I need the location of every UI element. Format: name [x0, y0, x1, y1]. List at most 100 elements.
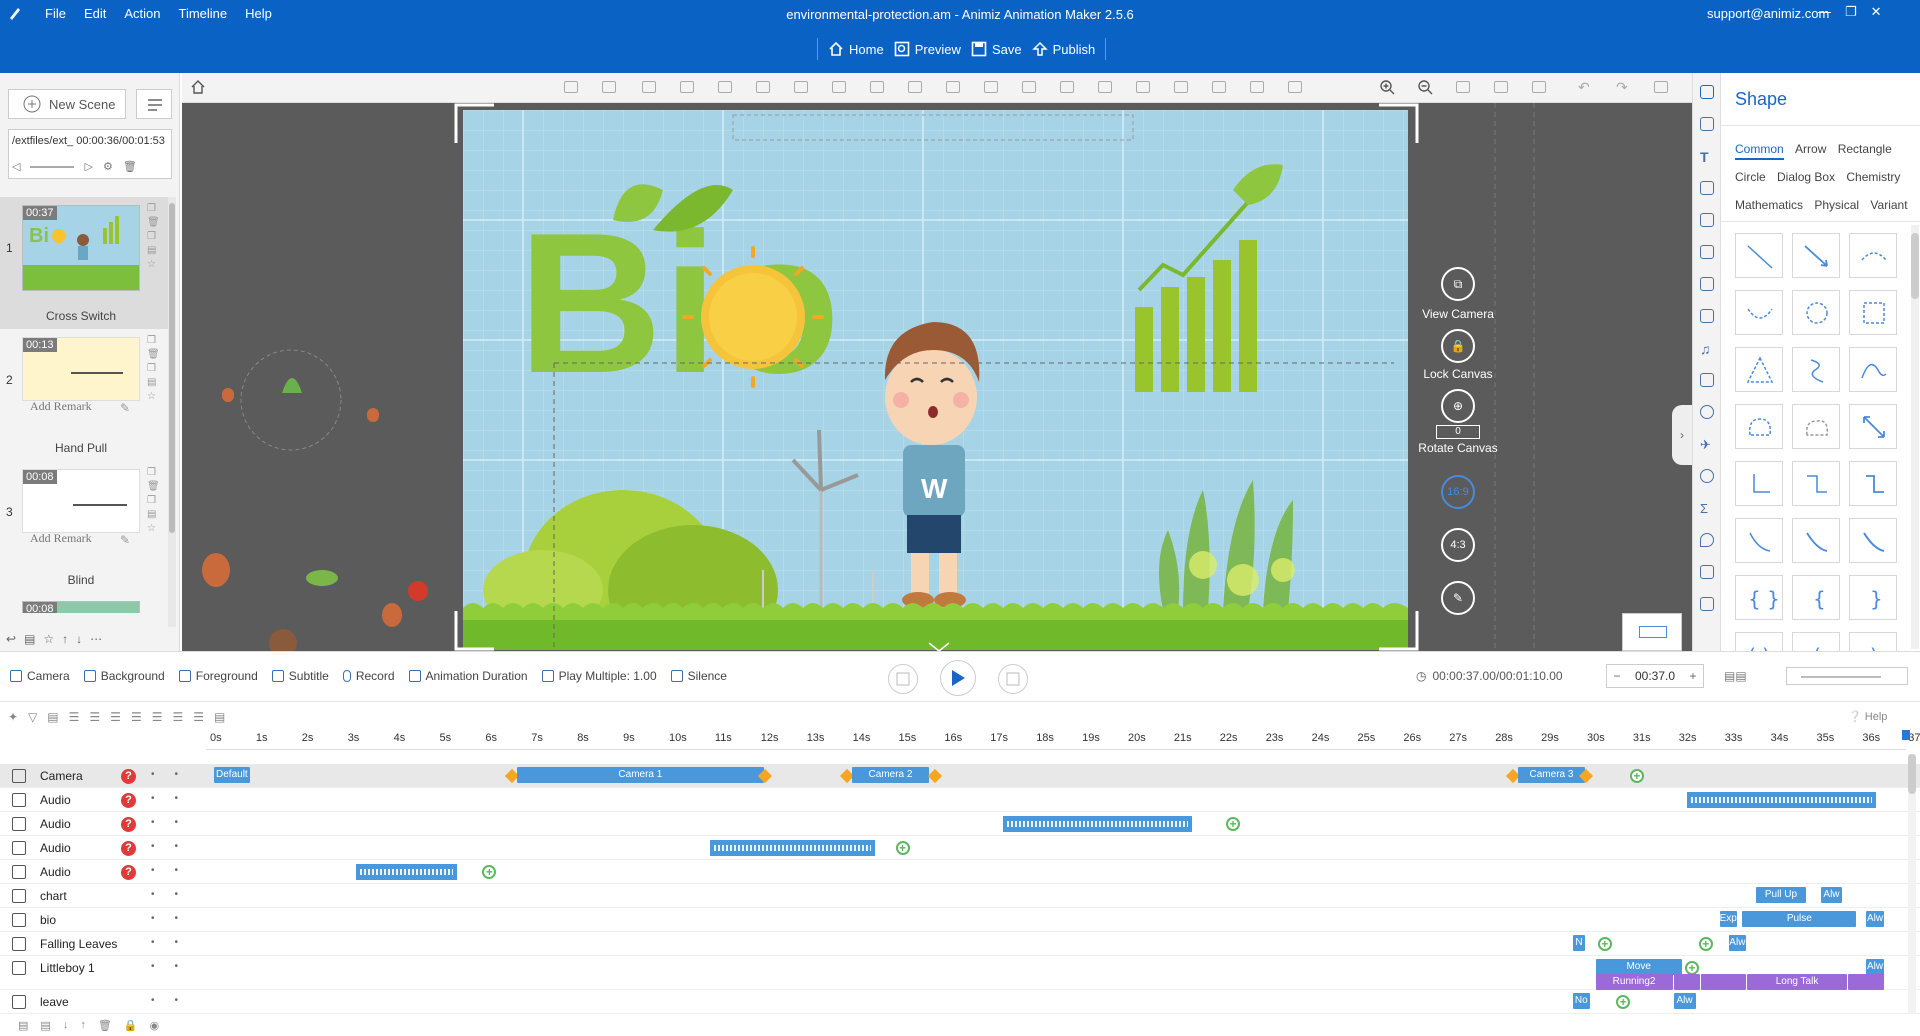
action-clip[interactable]: Pull Up	[1756, 887, 1806, 903]
track-row[interactable]: Camera? •• Default Camera 1 Camera 2 Camera 3…	[0, 764, 1920, 788]
close-button[interactable]: ✕	[1871, 4, 1882, 20]
shape-squiggle[interactable]	[1792, 347, 1840, 392]
lock-icon[interactable]: 🔒	[1441, 329, 1475, 363]
track-name[interactable]: Camera	[40, 769, 83, 783]
shape-curve-connector[interactable]	[1735, 518, 1783, 563]
transition-icon[interactable]: ▤	[147, 377, 160, 388]
rotate-dial-icon[interactable]: ⊕	[1441, 389, 1475, 423]
add-action-icon[interactable]: +	[1616, 995, 1631, 1009]
group-icon[interactable]	[602, 81, 616, 93]
scene-thumbnail[interactable]: 00:08	[22, 601, 140, 613]
support-email[interactable]: support@animiz.com	[1707, 6, 1829, 21]
scene-item-3[interactable]: 3 00:08 Add Remark ✎ Blind ❐ 🗑 ❐ ▤ ☆	[0, 461, 168, 593]
track-name[interactable]: Audio	[40, 817, 71, 831]
add-remark[interactable]: Add Remark	[30, 531, 92, 546]
delete-icon[interactable]: 🗑	[123, 160, 137, 173]
action-clip[interactable]: Pulse	[1742, 911, 1857, 927]
action-clip[interactable]: No	[1572, 993, 1590, 1009]
category-arrow[interactable]: Arrow	[1795, 135, 1826, 163]
add-action-icon[interactable]: +	[895, 841, 910, 855]
audio-clip[interactable]	[356, 864, 458, 880]
volume-slider[interactable]	[30, 165, 75, 168]
visibility-icon[interactable]: ◉	[149, 1019, 159, 1032]
scene-thumbnail[interactable]: 00:08	[22, 469, 140, 533]
action-clip[interactable]	[1848, 974, 1884, 990]
home-icon[interactable]	[191, 80, 205, 94]
scene-list-button[interactable]	[136, 89, 172, 119]
track-row[interactable]: leave •• No + Alw	[0, 990, 1920, 1014]
shape-scrollbar[interactable]	[1911, 225, 1919, 649]
track-name[interactable]: Audio	[40, 865, 71, 879]
shape-curve[interactable]	[1849, 347, 1897, 392]
delete-icon[interactable]: 🗑	[147, 481, 160, 492]
scene-item-1[interactable]: 1 00:37 Bi Cross Switch ❐ 🗑 ❐ ▤ ☆	[0, 197, 168, 329]
transition-icon[interactable]: ▤	[147, 245, 160, 256]
category-chemistry[interactable]: Chemistry	[1846, 163, 1900, 191]
collapse-panel-button[interactable]: ›	[1672, 405, 1692, 465]
action-clip[interactable]: Running2	[1595, 974, 1673, 990]
track-name[interactable]: Audio	[40, 841, 71, 855]
track-row[interactable]: bio •• Exp Pulse Alw	[0, 908, 1920, 932]
shape-braces[interactable]: { }	[1735, 575, 1783, 620]
copy-track-icon[interactable]: ▤	[214, 710, 225, 724]
category-circle[interactable]: Circle	[1735, 163, 1766, 191]
fit-timeline-icon[interactable]: ▤▤	[1724, 669, 1747, 683]
minimap-viewport[interactable]	[1639, 626, 1667, 638]
new-scene-button[interactable]: New Scene	[8, 89, 126, 119]
lock-icon[interactable]	[794, 81, 808, 93]
scene-thumbnail[interactable]: 00:37 Bi	[22, 205, 140, 291]
delete-icon[interactable]: 🗑	[98, 1019, 112, 1032]
track-name[interactable]: Falling Leaves	[40, 937, 117, 951]
layer-icon[interactable]	[680, 81, 694, 93]
select-icon[interactable]: ▤	[47, 710, 58, 724]
folder-icon[interactable]: ▤	[40, 1019, 50, 1032]
bubble-tool-icon[interactable]	[1700, 277, 1714, 291]
playhead[interactable]	[1902, 730, 1910, 740]
track-name[interactable]: chart	[40, 889, 67, 903]
scrollbar-thumb[interactable]	[169, 203, 175, 533]
shape-elbow-double[interactable]	[1849, 461, 1897, 506]
track-help-icon[interactable]: ?	[121, 865, 136, 880]
track-name[interactable]: leave	[40, 995, 69, 1009]
lock-icon[interactable]: 🔒	[124, 1019, 138, 1032]
redo-icon[interactable]: ↷	[1616, 79, 1628, 96]
track-visibility-dots[interactable]: ••	[151, 937, 198, 948]
category-rectangle[interactable]: Rectangle	[1838, 135, 1892, 163]
action-clip[interactable]: Camera 2	[852, 767, 930, 783]
mirror-icon[interactable]	[756, 81, 770, 93]
track-name[interactable]: Audio	[40, 793, 71, 807]
rotate-canvas-control[interactable]: ⊕ 0 Rotate Canvas	[1413, 389, 1503, 455]
action-clip[interactable]: Long Talk	[1747, 974, 1848, 990]
shape-left-brace[interactable]: {	[1792, 575, 1840, 620]
volume-down-icon[interactable]: ◁	[12, 160, 20, 173]
track-row[interactable]: chart •• Pull Up Alw	[0, 884, 1920, 908]
paste-icon[interactable]: ❐	[147, 363, 160, 374]
trim-icon[interactable]: ☰	[193, 710, 204, 724]
shape-free-form[interactable]	[1735, 404, 1783, 449]
zoom-out-icon[interactable]	[1418, 80, 1434, 96]
shape-curve-double[interactable]	[1849, 518, 1897, 563]
track-visibility-dots[interactable]: ••	[151, 817, 198, 828]
track-row[interactable]: Audio? •• +	[0, 860, 1920, 884]
add-action-icon[interactable]: +	[1698, 937, 1713, 951]
audio-clip[interactable]	[709, 840, 875, 856]
move-up-icon[interactable]: ↑	[62, 632, 68, 646]
edit-icon[interactable]: ✎	[120, 533, 130, 547]
track-visibility-dots[interactable]: ••	[151, 889, 198, 900]
align-left-icon[interactable]	[946, 81, 960, 93]
action-clip[interactable]	[1701, 974, 1747, 990]
flip-icon[interactable]	[718, 81, 732, 93]
track-visibility-dots[interactable]: ••	[151, 793, 198, 804]
track-help-icon[interactable]: ?	[121, 841, 136, 856]
shape-curve-arrow[interactable]	[1792, 518, 1840, 563]
zoom-in-icon[interactable]	[1380, 80, 1396, 96]
track-visibility-dots[interactable]: ••	[151, 841, 198, 852]
effects-tool-icon[interactable]	[1700, 245, 1714, 259]
svg-tool-icon[interactable]	[1700, 597, 1714, 611]
category-common[interactable]: Common	[1735, 140, 1784, 160]
device-tool-icon[interactable]	[1700, 565, 1714, 579]
background-toggle[interactable]: Background	[83, 669, 165, 683]
timeline-scrollbar[interactable]	[1908, 754, 1916, 1014]
settings-icon[interactable]: ⚙	[103, 160, 113, 173]
delete-icon[interactable]: 🗑	[147, 217, 160, 228]
